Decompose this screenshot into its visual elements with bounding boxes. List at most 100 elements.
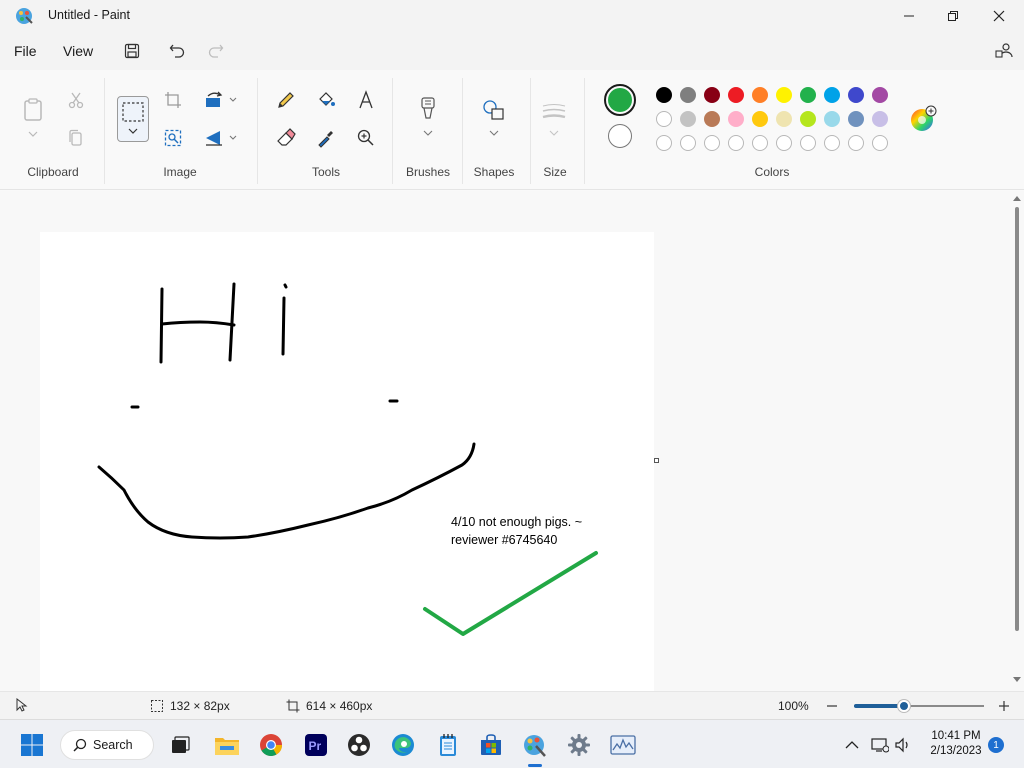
start-button[interactable] bbox=[18, 731, 46, 759]
color-swatch[interactable] bbox=[776, 111, 792, 127]
notepad-icon bbox=[440, 734, 456, 756]
color-swatch[interactable] bbox=[872, 87, 888, 103]
save-button[interactable] bbox=[118, 38, 146, 64]
clipboard-group-label: Clipboard bbox=[27, 165, 79, 179]
color-swatch[interactable] bbox=[656, 111, 672, 127]
system-clock[interactable]: 10:41 PM 2/13/2023 bbox=[918, 729, 994, 759]
eraser-tool[interactable] bbox=[272, 124, 300, 152]
paint-taskbar-button[interactable] bbox=[521, 731, 549, 759]
color-swatch[interactable] bbox=[848, 87, 864, 103]
custom-color-slot[interactable] bbox=[848, 135, 864, 151]
color-swatch[interactable] bbox=[704, 111, 720, 127]
cut-button[interactable] bbox=[62, 86, 90, 114]
color-swatch[interactable] bbox=[728, 87, 744, 103]
color-swatch[interactable] bbox=[704, 87, 720, 103]
drawing-canvas[interactable]: 4/10 not enough pigs. ~ reviewer #674564… bbox=[40, 232, 654, 692]
color-swatch[interactable] bbox=[824, 87, 840, 103]
select-button[interactable] bbox=[117, 96, 149, 142]
size-dropdown[interactable] bbox=[540, 124, 568, 142]
custom-color-slot[interactable] bbox=[800, 135, 816, 151]
canvas-workspace: 4/10 not enough pigs. ~ reviewer #674564… bbox=[0, 191, 1024, 692]
color-swatch[interactable] bbox=[656, 87, 672, 103]
color-swatch[interactable] bbox=[800, 87, 816, 103]
brushes-button[interactable] bbox=[414, 94, 442, 122]
custom-color-slot[interactable] bbox=[656, 135, 672, 151]
minimize-button[interactable] bbox=[886, 0, 932, 32]
custom-color-slot[interactable] bbox=[728, 135, 744, 151]
shapes-dropdown[interactable] bbox=[480, 124, 508, 142]
microsoft-store-button[interactable] bbox=[477, 731, 505, 759]
file-explorer-button[interactable] bbox=[213, 731, 241, 759]
custom-color-slot[interactable] bbox=[824, 135, 840, 151]
network-icon bbox=[871, 738, 889, 753]
zoom-slider[interactable] bbox=[854, 700, 984, 712]
zoom-out-button[interactable] bbox=[822, 696, 842, 716]
magnifier-tool[interactable] bbox=[352, 124, 380, 152]
copy-button[interactable] bbox=[62, 124, 90, 152]
resize-dropdown[interactable] bbox=[226, 86, 240, 114]
crop-button[interactable] bbox=[159, 86, 187, 114]
flip-button[interactable] bbox=[200, 124, 228, 152]
custom-color-slot[interactable] bbox=[872, 135, 888, 151]
canvas-resize-handle[interactable] bbox=[654, 458, 659, 463]
chrome-button[interactable] bbox=[257, 731, 285, 759]
zoom-in-button[interactable] bbox=[994, 696, 1014, 716]
pencil-tool[interactable] bbox=[272, 86, 300, 114]
text-tool[interactable] bbox=[352, 86, 380, 114]
size-button[interactable] bbox=[540, 98, 568, 126]
paste-dropdown[interactable] bbox=[18, 125, 48, 143]
size-group-label: Size bbox=[543, 165, 567, 179]
settings-button[interactable] bbox=[565, 731, 593, 759]
shapes-button[interactable] bbox=[480, 96, 508, 124]
restore-button[interactable] bbox=[930, 0, 976, 32]
edge-button[interactable] bbox=[389, 731, 417, 759]
notepad-button[interactable] bbox=[434, 731, 462, 759]
task-view-button[interactable] bbox=[166, 731, 194, 759]
close-button[interactable] bbox=[976, 0, 1022, 32]
resize-button[interactable] bbox=[200, 86, 228, 114]
image-select-button[interactable] bbox=[159, 124, 187, 152]
paint-bucket-icon bbox=[319, 92, 335, 106]
performance-monitor-button[interactable] bbox=[609, 731, 637, 759]
undo-button[interactable] bbox=[163, 38, 191, 64]
premiere-pro-icon: Pr bbox=[305, 734, 327, 756]
vertical-scrollbar[interactable] bbox=[1010, 191, 1024, 691]
obs-button[interactable] bbox=[345, 731, 373, 759]
premiere-pro-button[interactable]: Pr bbox=[302, 731, 330, 759]
brushes-dropdown[interactable] bbox=[414, 124, 442, 142]
zoom-slider-thumb[interactable] bbox=[898, 700, 910, 712]
custom-color-slot[interactable] bbox=[704, 135, 720, 151]
color-swatch[interactable] bbox=[752, 111, 768, 127]
edit-colors-button[interactable] bbox=[908, 104, 938, 134]
color-swatch[interactable] bbox=[728, 111, 744, 127]
color-swatch[interactable] bbox=[680, 87, 696, 103]
scroll-up-icon bbox=[1013, 196, 1021, 201]
fill-tool[interactable] bbox=[312, 86, 340, 114]
account-button[interactable] bbox=[990, 38, 1018, 64]
view-menu[interactable]: View bbox=[63, 43, 93, 59]
custom-color-slot[interactable] bbox=[680, 135, 696, 151]
color-picker-tool[interactable] bbox=[312, 124, 340, 152]
volume-control[interactable] bbox=[893, 735, 913, 755]
custom-color-slot[interactable] bbox=[776, 135, 792, 151]
secondary-color-button[interactable] bbox=[608, 124, 632, 148]
color-swatch[interactable] bbox=[800, 111, 816, 127]
taskbar: Search Pr 10:41 PM 2/13/2023 1 bbox=[0, 719, 1024, 768]
file-menu[interactable]: File bbox=[14, 43, 37, 59]
show-hidden-icons-button[interactable] bbox=[842, 735, 862, 755]
color-swatch[interactable] bbox=[824, 111, 840, 127]
color-swatch[interactable] bbox=[680, 111, 696, 127]
color-swatch[interactable] bbox=[848, 111, 864, 127]
network-status[interactable] bbox=[870, 735, 890, 755]
paste-button[interactable] bbox=[18, 95, 48, 125]
taskbar-search[interactable]: Search bbox=[60, 730, 154, 760]
redo-button[interactable] bbox=[202, 38, 230, 64]
color-swatch[interactable] bbox=[872, 111, 888, 127]
color-swatch[interactable] bbox=[752, 87, 768, 103]
color-swatch[interactable] bbox=[776, 87, 792, 103]
flip-dropdown[interactable] bbox=[226, 124, 240, 152]
scrollbar-thumb[interactable] bbox=[1015, 207, 1019, 631]
primary-color-button[interactable] bbox=[604, 84, 636, 116]
notification-badge[interactable]: 1 bbox=[988, 737, 1004, 753]
custom-color-slot[interactable] bbox=[752, 135, 768, 151]
